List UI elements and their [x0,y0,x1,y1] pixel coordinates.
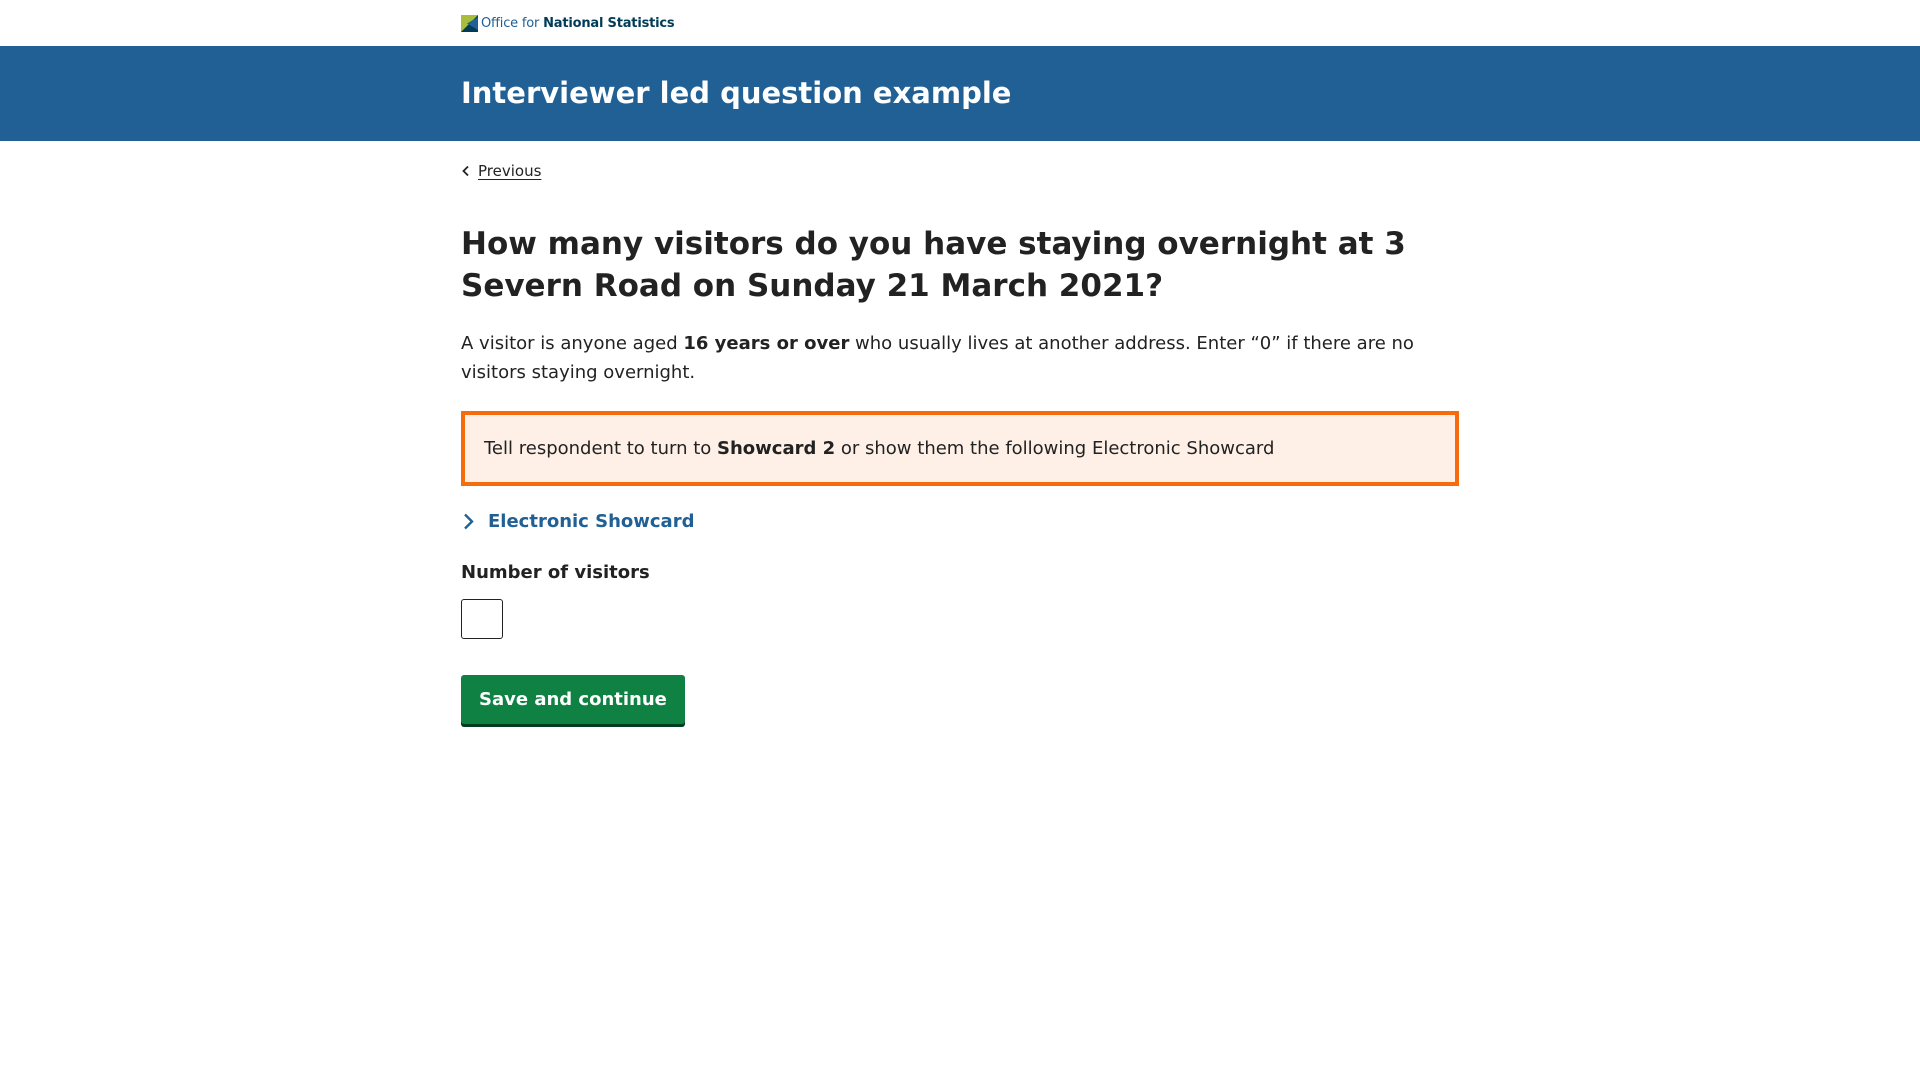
save-and-continue-button[interactable]: Save and continue [461,675,685,724]
interviewer-note-panel: Tell respondent to turn to Showcard 2 or… [461,411,1459,486]
electronic-showcard-toggle[interactable]: Electronic Showcard [461,511,1459,532]
ons-logo-icon [461,14,478,32]
main-content: Previous How many visitors do you have s… [461,141,1459,724]
question-title: How many visitors do you have staying ov… [461,226,1406,304]
chevron-left-icon [462,165,469,177]
survey-title: Interviewer led question example [461,76,1012,111]
ons-logo-text: Office for National Statistics [481,15,675,31]
previous-link-label: Previous [478,162,542,180]
chevron-right-icon [464,513,474,530]
number-of-visitors-label: Number of visitors [461,562,650,583]
number-of-visitors-input[interactable] [461,599,503,639]
previous-link[interactable]: Previous [461,162,541,180]
ons-logo-link[interactable]: Office for National Statistics [461,0,1459,46]
electronic-showcard-label: Electronic Showcard [488,511,695,532]
page-header: Interviewer led question example [0,46,1920,141]
masthead: Office for National Statistics [0,0,1920,46]
question-description: A visitor is anyone aged 16 years or ove… [461,333,1414,383]
interviewer-note-text: Tell respondent to turn to Showcard 2 or… [484,438,1275,459]
